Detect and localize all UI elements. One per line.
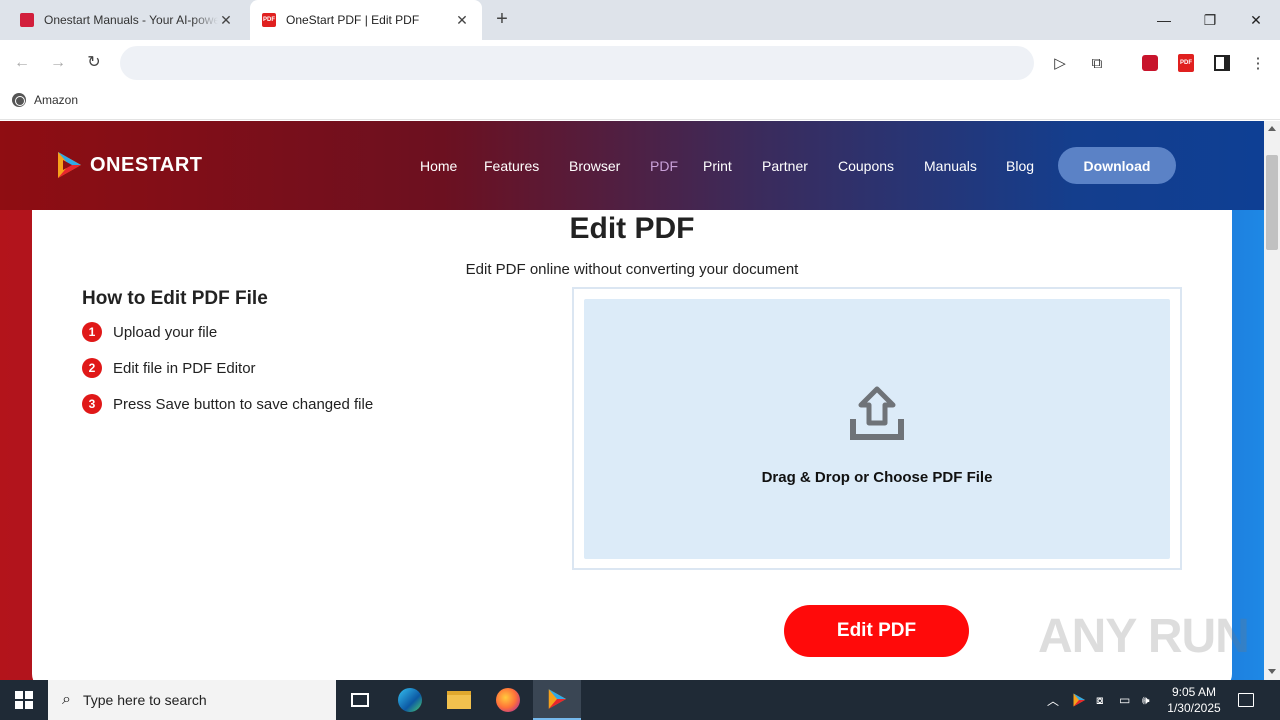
meet-now-icon[interactable]: ⧇ — [1096, 680, 1104, 720]
nav-features[interactable]: Features — [484, 158, 539, 174]
drop-text: Drag & Drop or Choose PDF File — [761, 469, 993, 486]
bookmark-amazon[interactable]: Amazon — [12, 93, 78, 107]
step-number-badge: 3 — [82, 394, 102, 414]
nav-browser[interactable]: Browser — [569, 158, 620, 174]
nav-partner[interactable]: Partner — [762, 158, 808, 174]
nav-home[interactable]: Home — [420, 158, 457, 174]
volume-icon[interactable]: 🕪 — [1142, 680, 1150, 720]
nav-blog[interactable]: Blog — [1006, 158, 1034, 174]
page-viewport: ONESTART Home Features Browser PDF Print… — [0, 121, 1264, 680]
network-icon[interactable]: ▭ — [1119, 680, 1130, 720]
tab-title: OneStart PDF | Edit PDF — [286, 13, 420, 27]
scroll-down-icon[interactable] — [1268, 669, 1276, 674]
reload-icon[interactable]: ↻ — [83, 52, 105, 74]
clock-time: 9:05 AM — [1171, 685, 1217, 699]
step-item: 1 Upload your file — [82, 322, 217, 342]
step-item: 2 Edit file in PDF Editor — [82, 358, 256, 378]
nav-print[interactable]: Print — [703, 158, 732, 174]
close-window-icon[interactable]: ✕ — [1233, 0, 1279, 40]
pdf-dropzone[interactable]: Drag & Drop or Choose PDF File — [584, 299, 1170, 559]
site-header: ONESTART Home Features Browser PDF Print… — [0, 121, 1264, 210]
tab-onestart-pdf[interactable]: PDF OneStart PDF | Edit PDF ✕ — [250, 0, 482, 40]
step-text: Press Save button to save changed file — [113, 395, 374, 413]
bookmark-label: Amazon — [34, 93, 79, 107]
side-panel-icon[interactable] — [1211, 52, 1233, 74]
globe-icon — [12, 93, 26, 107]
show-hidden-icons-icon[interactable]: ︿ — [1047, 680, 1059, 720]
nav-pdf[interactable]: PDF — [650, 158, 678, 174]
cast-icon[interactable]: ▷ — [1049, 52, 1071, 74]
page-scrollbar[interactable] — [1264, 121, 1280, 680]
clock-date: 1/30/2025 — [1167, 701, 1221, 715]
system-clock[interactable]: 9:05 AM 1/30/2025 — [1160, 684, 1228, 716]
back-icon[interactable]: ← — [11, 52, 33, 74]
forward-icon[interactable]: → — [47, 52, 69, 74]
edit-pdf-button[interactable]: Edit PDF — [784, 605, 969, 657]
file-explorer-icon[interactable] — [435, 680, 483, 720]
logo-text: ONESTART — [90, 153, 203, 176]
search-icon: ⌕ — [62, 691, 71, 708]
start-button[interactable] — [0, 680, 48, 720]
browser-toolbar: ← → ↻ ▷ ⧉ PDF ⋮ — [0, 40, 1280, 86]
scroll-up-icon[interactable] — [1268, 126, 1276, 131]
step-item: 3 Press Save button to save changed file — [82, 394, 373, 414]
step-number-badge: 1 — [82, 322, 102, 342]
windows-taskbar: ⌕ Type here to search ︿ ⧇ ▭ 🕪 9:05 AM 1/… — [0, 680, 1280, 720]
onestart-tray-icon[interactable] — [1071, 680, 1087, 720]
onestart-app-icon — [548, 689, 566, 709]
scroll-thumb[interactable] — [1266, 155, 1278, 250]
close-tab-icon[interactable]: ✕ — [454, 12, 470, 29]
onestart-extension-icon[interactable] — [1139, 52, 1161, 74]
restore-icon[interactable]: ❐ — [1187, 0, 1233, 40]
onestart-favicon-icon — [20, 13, 34, 27]
notifications-icon[interactable] — [1238, 680, 1254, 720]
howto-heading: How to Edit PDF File — [82, 288, 268, 309]
edge-icon[interactable] — [386, 680, 434, 720]
nav-manuals[interactable]: Manuals — [924, 158, 977, 174]
pdf-extension-icon[interactable]: PDF — [1175, 52, 1197, 74]
minimize-icon[interactable]: — — [1141, 0, 1187, 40]
step-text: Edit file in PDF Editor — [113, 359, 256, 377]
new-tab-icon[interactable]: + — [492, 9, 512, 29]
extensions-icon[interactable]: ⧉ — [1086, 52, 1108, 74]
onestart-logo-icon — [58, 152, 81, 178]
task-view-icon[interactable] — [336, 680, 384, 720]
windows-logo-icon — [15, 691, 33, 709]
tab-title: Onestart Manuals - Your AI-powered — [44, 13, 218, 27]
step-number-badge: 2 — [82, 358, 102, 378]
anyrun-watermark: ANY RUN — [1038, 610, 1250, 663]
onestart-logo[interactable]: ONESTART — [54, 149, 203, 181]
firefox-icon[interactable] — [484, 680, 532, 720]
menu-icon[interactable]: ⋮ — [1247, 52, 1269, 74]
search-placeholder: Type here to search — [82, 692, 207, 708]
address-bar[interactable] — [120, 46, 1034, 80]
page-subtitle: Edit PDF online without converting your … — [465, 261, 799, 278]
pdf-favicon-icon: PDF — [262, 13, 276, 27]
tab-strip: Onestart Manuals - Your AI-powered ✕ PDF… — [0, 0, 1280, 40]
nav-coupons[interactable]: Coupons — [838, 158, 894, 174]
bookmarks-bar: Amazon — [0, 86, 1280, 120]
download-button[interactable]: Download — [1058, 147, 1176, 184]
drop-frame: Drag & Drop or Choose PDF File — [572, 287, 1182, 570]
step-text: Upload your file — [113, 323, 218, 341]
taskbar-search[interactable]: ⌕ Type here to search — [48, 680, 336, 720]
upload-icon — [850, 386, 904, 440]
page-title: Edit PDF — [569, 212, 695, 245]
tab-onestart-manuals[interactable]: Onestart Manuals - Your AI-powered ✕ — [8, 0, 246, 40]
onestart-taskbar-icon[interactable] — [533, 680, 581, 720]
close-tab-icon[interactable]: ✕ — [218, 12, 234, 29]
